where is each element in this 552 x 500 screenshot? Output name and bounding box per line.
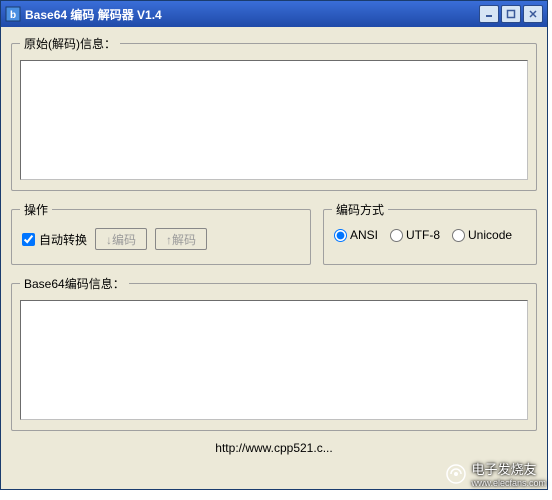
operation-group: 操作 自动转换 ↓编码 ↑解码: [11, 201, 311, 265]
encoding-content: ANSI UTF-8 Unicode: [332, 226, 528, 244]
svg-text:b: b: [10, 10, 16, 21]
encoding-group: 编码方式 ANSI UTF-8 Unicode: [323, 201, 537, 265]
encoding-radio-utf8[interactable]: [390, 229, 403, 242]
minimize-button[interactable]: [479, 5, 499, 23]
base64-textarea[interactable]: [21, 301, 527, 419]
encoding-radio-ansi-label: ANSI: [350, 228, 378, 242]
close-button[interactable]: [523, 5, 543, 23]
original-group-label: 原始(解码)信息：: [20, 35, 120, 52]
encoding-radio-ansi-wrap[interactable]: ANSI: [334, 228, 378, 242]
auto-convert-checkbox-wrap[interactable]: 自动转换: [22, 231, 87, 248]
original-textarea-wrap: [20, 60, 528, 180]
original-textarea[interactable]: [21, 61, 527, 179]
encoding-radio-unicode[interactable]: [452, 229, 465, 242]
window-title: Base64 编码 解码器 V1.4: [25, 6, 479, 23]
encoding-radio-utf8-wrap[interactable]: UTF-8: [390, 228, 440, 242]
mid-row: 操作 自动转换 ↓编码 ↑解码 编码方式 ANSI: [11, 201, 537, 265]
encoding-group-label: 编码方式: [332, 201, 388, 218]
encoding-radio-unicode-label: Unicode: [468, 228, 512, 242]
base64-group-label: Base64编码信息：: [20, 275, 129, 292]
operation-content: 自动转换 ↓编码 ↑解码: [20, 226, 302, 252]
app-icon: b: [5, 6, 21, 22]
operation-group-label: 操作: [20, 201, 52, 218]
auto-convert-checkbox[interactable]: [22, 233, 35, 246]
auto-convert-label: 自动转换: [39, 231, 87, 248]
encoding-radio-ansi[interactable]: [334, 229, 347, 242]
footer-url: http://www.cpp521.c...: [11, 441, 537, 455]
base64-textarea-wrap: [20, 300, 528, 420]
app-window: b Base64 编码 解码器 V1.4 原始(解码)信息： 操作: [0, 0, 548, 490]
encoding-radio-utf8-label: UTF-8: [406, 228, 440, 242]
encoding-radio-unicode-wrap[interactable]: Unicode: [452, 228, 512, 242]
titlebar-buttons: [479, 5, 543, 23]
client-area: 原始(解码)信息： 操作 自动转换 ↓编码 ↑解码 编码方式: [1, 27, 547, 463]
maximize-button[interactable]: [501, 5, 521, 23]
encode-button[interactable]: ↓编码: [95, 228, 147, 250]
base64-group: Base64编码信息：: [11, 275, 537, 431]
original-group: 原始(解码)信息：: [11, 35, 537, 191]
titlebar: b Base64 编码 解码器 V1.4: [1, 1, 547, 27]
decode-button[interactable]: ↑解码: [155, 228, 207, 250]
